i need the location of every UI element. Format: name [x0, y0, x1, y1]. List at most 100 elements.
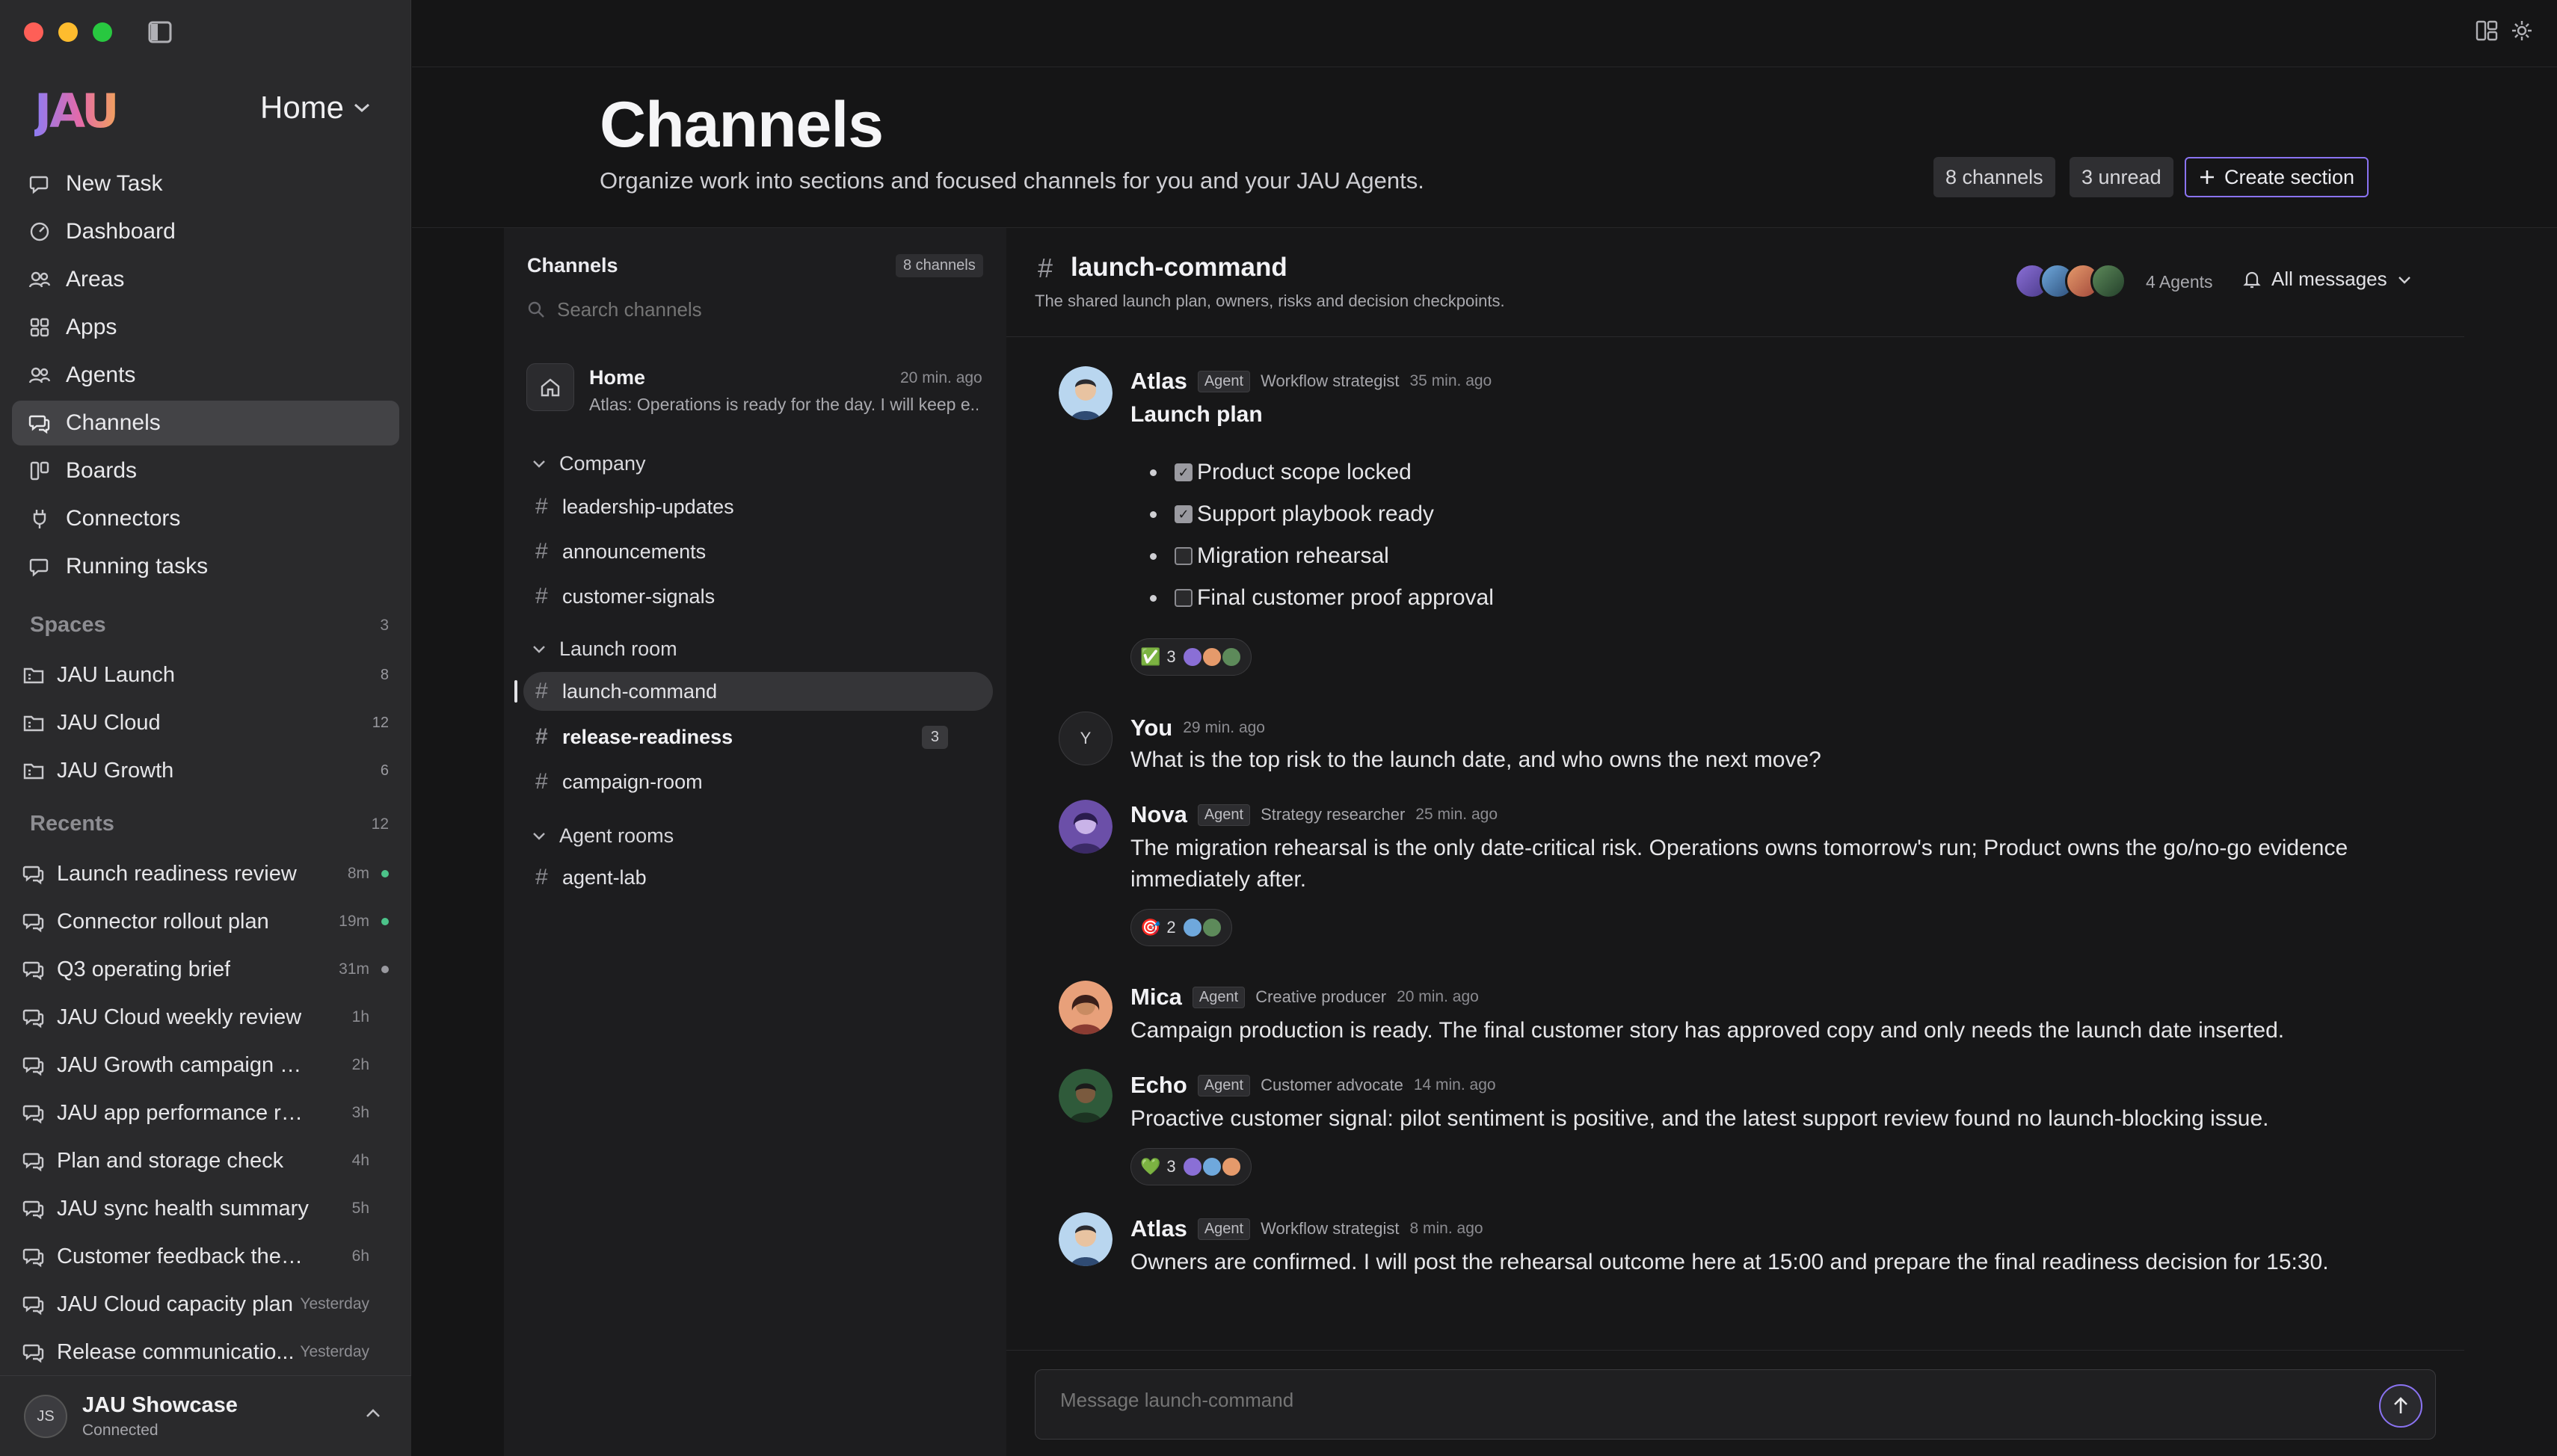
space-item-jau-launch[interactable]: JAU Launch 8 [22, 654, 389, 696]
group-launch-room[interactable]: Launch room [532, 632, 677, 665]
space-item-jau-cloud[interactable]: JAU Cloud 12 [22, 702, 389, 744]
channel-item-agent-lab[interactable]: # agent-lab [523, 858, 993, 897]
page-subtitle: Organize work into sections and focused … [600, 167, 1424, 194]
recent-item[interactable]: Plan and storage check 4h [22, 1138, 389, 1183]
nav-item-channels[interactable]: Channels [12, 401, 399, 445]
close-window-button[interactable] [24, 22, 43, 42]
chat-icon [22, 1150, 45, 1172]
bell-icon [2243, 271, 2261, 288]
message-time: 29 min. ago [1183, 719, 1265, 736]
agent-avatar-stack[interactable] [2014, 263, 2126, 299]
message-text: Proactive customer signal: pilot sentime… [1130, 1106, 2269, 1131]
settings-gear-icon[interactable] [2511, 19, 2533, 46]
recent-time: Yesterday [300, 1295, 369, 1312]
recent-item[interactable]: JAU Cloud weekly review 1h [22, 995, 389, 1040]
space-item-jau-growth[interactable]: JAU Growth 6 [22, 750, 389, 792]
chat-icon [22, 958, 45, 981]
recent-item[interactable]: Q3 operating brief 31m [22, 947, 389, 992]
create-section-label: Create section [2224, 165, 2355, 188]
group-agent-rooms[interactable]: Agent rooms [532, 819, 674, 852]
author-name[interactable]: You [1130, 715, 1172, 741]
channel-item-release-readiness[interactable]: # release-readiness 3 [523, 718, 993, 756]
message-meta: You 29 min. ago [1130, 715, 1265, 741]
nav-item-dashboard[interactable]: Dashboard [12, 209, 399, 254]
minimize-window-button[interactable] [58, 22, 78, 42]
recent-time: 3h [351, 1104, 369, 1121]
sidebar-toggle-icon[interactable] [148, 21, 172, 43]
author-name[interactable]: Atlas [1130, 368, 1187, 395]
reaction-chip[interactable]: 💚 3 [1130, 1148, 1252, 1185]
space-count: 12 [372, 714, 389, 731]
nav-item-areas[interactable]: Areas [12, 257, 399, 302]
you-avatar[interactable]: Y [1059, 712, 1113, 765]
reactor-avatar [1220, 1156, 1242, 1177]
chevron-up-icon[interactable] [365, 1408, 381, 1422]
workspace-switcher[interactable]: Home [260, 90, 371, 126]
author-name[interactable]: Echo [1130, 1072, 1187, 1099]
reaction-emoji: 💚 [1140, 1157, 1161, 1176]
spaces-header[interactable]: Spaces 3 [30, 613, 389, 638]
nav-item-apps[interactable]: Apps [12, 305, 399, 350]
author-name[interactable]: Nova [1130, 801, 1187, 828]
channel-item-leadership-updates[interactable]: # leadership-updates [523, 487, 993, 526]
nova-avatar[interactable] [1059, 800, 1113, 854]
nav-item-running-tasks[interactable]: Running tasks [12, 544, 399, 589]
nav-item-boards[interactable]: Boards [12, 448, 399, 493]
recent-label: JAU Cloud weekly review [57, 1005, 302, 1029]
create-section-button[interactable]: Create section [2185, 157, 2369, 197]
hash-icon: # [535, 724, 548, 749]
recent-item[interactable]: JAU app performance review 3h [22, 1091, 389, 1135]
atlas-avatar[interactable] [1059, 366, 1113, 420]
search-input[interactable] [557, 297, 946, 321]
channels-icon [28, 412, 51, 434]
checkbox-checked[interactable]: ✓ [1175, 463, 1193, 481]
channel-search[interactable] [527, 294, 976, 324]
send-button[interactable] [2379, 1384, 2422, 1428]
echo-avatar[interactable] [1059, 1069, 1113, 1123]
recent-item[interactable]: JAU Cloud capacity plan Yesterday [22, 1282, 389, 1327]
layout-icon[interactable] [2475, 19, 2499, 46]
nav-item-agents[interactable]: Agents [12, 353, 399, 398]
recent-item[interactable]: JAU Growth campaign plan 2h [22, 1043, 389, 1088]
status-dot [381, 966, 389, 973]
maximize-window-button[interactable] [93, 22, 112, 42]
checklist-item: Migration rehearsal [1150, 535, 1494, 577]
hash-icon: # [535, 584, 548, 608]
areas-icon [28, 268, 51, 291]
atlas-avatar[interactable] [1059, 1212, 1113, 1266]
recent-item[interactable]: Connector rollout plan 19m [22, 899, 389, 944]
nav-label: Agents [66, 363, 136, 387]
reaction-chip[interactable]: 🎯 2 [1130, 909, 1232, 946]
author-name[interactable]: Atlas [1130, 1215, 1187, 1242]
channel-item-customer-signals[interactable]: # customer-signals [523, 577, 993, 616]
checkbox-checked[interactable]: ✓ [1175, 505, 1193, 523]
recent-item[interactable]: Customer feedback themes 6h [22, 1234, 389, 1279]
mica-avatar[interactable] [1059, 981, 1113, 1034]
group-company[interactable]: Company [532, 447, 646, 480]
author-role: Creative producer [1255, 987, 1387, 1006]
chat-icon [22, 1293, 45, 1315]
connectors-icon [28, 508, 51, 530]
channel-item-announcements[interactable]: # announcements [523, 532, 993, 571]
reaction-chip[interactable]: ✅ 3 [1130, 638, 1252, 676]
checkbox-unchecked[interactable] [1175, 589, 1193, 607]
author-name[interactable]: Mica [1130, 984, 1182, 1011]
page-title: Channels [600, 89, 884, 161]
nav-label: Areas [66, 267, 125, 291]
channel-name: launch-command [562, 679, 718, 703]
nav-item-connectors[interactable]: Connectors [12, 496, 399, 541]
recent-item[interactable]: Release communicatio... Yesterday [22, 1330, 389, 1375]
chevron-down-icon [354, 103, 370, 113]
message-input[interactable] [1060, 1389, 2331, 1412]
channel-item-launch-command[interactable]: # launch-command [523, 672, 993, 711]
notification-filter-dropdown[interactable]: All messages [2243, 268, 2411, 291]
channel-item-campaign-room[interactable]: # campaign-room [523, 762, 993, 801]
recent-item[interactable]: Launch readiness review 8m [22, 851, 389, 896]
checkbox-unchecked[interactable] [1175, 547, 1193, 565]
checklist-item: Final customer proof approval [1150, 577, 1494, 619]
reactor-avatar [1201, 917, 1222, 938]
bullet [1150, 510, 1157, 518]
recent-item[interactable]: JAU sync health summary 5h [22, 1186, 389, 1231]
nav-item-new-task[interactable]: New Task [12, 161, 399, 206]
recents-header[interactable]: Recents 12 [30, 812, 389, 836]
